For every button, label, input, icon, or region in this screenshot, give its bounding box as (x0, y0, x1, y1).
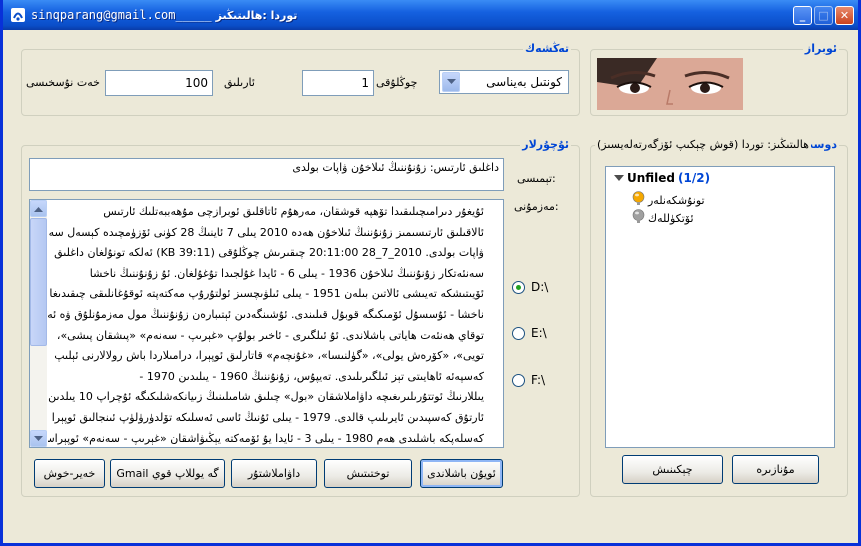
buddy-item-label: تونۇشكەنلەر (648, 193, 705, 207)
content-line: ۋاپات بولدى. 2010_7_28 20:11:00 چىقىرىش … (54, 246, 484, 260)
main-window: sinqparang@gmail.com_____ توردا :ھالىتىڭ… (0, 0, 861, 546)
drive-radio-label: E:\ (531, 326, 547, 340)
goodbye-button[interactable]: خەير-خوش (34, 459, 105, 488)
minimize-button[interactable]: _ (793, 6, 812, 25)
offline-status-icon (632, 209, 645, 227)
size-label: چوڭلۇقى (376, 76, 418, 89)
subject-text: داغلىق ئارتىس: زۇنۇننىڭ ئىلاخۇن ۋاپات بو… (292, 161, 499, 174)
stop-button[interactable]: توختىتىش (324, 459, 412, 488)
close-icon: ✕ (839, 9, 850, 22)
app-icon (9, 6, 27, 24)
interval-input[interactable]: 100 (105, 70, 213, 96)
continue-button[interactable]: داۋاملاشتۇر (231, 459, 317, 488)
collapse-triangle-icon[interactable] (614, 171, 624, 185)
title-email: sinqparang@gmail.com_____ (31, 8, 212, 22)
scroll-up-button[interactable] (30, 200, 47, 217)
scroll-down-button[interactable] (30, 430, 47, 447)
start-button[interactable]: ئويۇن باشلاندى (420, 459, 503, 488)
radio-circle-icon[interactable] (512, 326, 525, 340)
online-status-icon (632, 191, 645, 209)
subject-input[interactable]: داغلىق ئارتىس: زۇنۇننىڭ ئىلاخۇن ۋاپات بو… (29, 158, 504, 191)
radio-circle-icon[interactable] (512, 373, 525, 387)
title-label: تېمىسى: (517, 172, 556, 185)
discuss-button[interactable]: مۇنازىرە (732, 455, 819, 484)
content-line: توقاي ھەنئەت ھاياتى باشلاندى. ئۇ ئىلگىرى… (56, 328, 484, 342)
interval-label: ئارىلىق (224, 76, 255, 89)
content-line: ئۇيغۇر دىرامىچىلىقىدا تۆھپە قوشقان، مەرھ… (103, 205, 484, 218)
content-text: ئۇيغۇر دىرامىچىلىقىدا تۆھپە قوشقان، مەرھ… (48, 202, 484, 447)
maximize-button[interactable]: □ (814, 6, 833, 25)
drive-radio-label: F:\ (531, 373, 546, 387)
settings-group-title: تەڭشەك (523, 42, 571, 55)
avatar-image (597, 58, 743, 110)
scroll-thumb[interactable] (30, 218, 47, 346)
buddy-item[interactable]: تونۇشكەنلەر (632, 191, 705, 209)
buddy-tree[interactable]: Unfiled (1/2) تونۇشكەنلەر ئۆتكۈللەك (605, 166, 835, 448)
chevron-down-icon[interactable] (442, 72, 460, 92)
buddy-status-text[interactable]: ھالىتىڭىز: توردا (قوش چېكىپ ئۆزگەرتەلەيس… (595, 138, 811, 151)
radio-circle-icon[interactable] (512, 280, 525, 294)
font-select[interactable]: كونتىل بەيناسى (439, 70, 569, 94)
settings-group: تەڭشەك كونتىل بەيناسى چوڭلۇقى 1 ئارىلىق … (21, 42, 580, 116)
buddy-group: دوست پاراڭ ھالىتىڭىز: توردا (قوش چېكىپ ئ… (590, 138, 848, 497)
drive-radio[interactable]: D:\ (512, 280, 548, 294)
drive-radio[interactable]: E:\ (512, 326, 547, 340)
content-line: كەسلەپكە باشلىدى ھەم 1980 - يىلى 3 - ئاي… (48, 431, 484, 445)
content-line: ئارتۇق كەسپىدىن ئايرىلىپ قالدى. 1979 - ي… (48, 410, 484, 424)
content-label: مەزمۇنى: (514, 200, 559, 213)
drive-radio[interactable]: F:\ (512, 373, 545, 387)
content-line: يىللارنىڭ ئوتتۇرىلىرىغىچە داۋاملاشقان «ب… (48, 390, 484, 404)
close-button[interactable]: ✕ (835, 6, 854, 25)
messages-group-title: ئۇچۇرلار (520, 138, 571, 151)
logout-button[interactable]: چېكىنىش (622, 455, 723, 484)
title-status: توردا :ھالىتىڭىز (215, 8, 298, 22)
avatar-group: ئوبراز (590, 42, 848, 116)
tree-group-count: (1/2) (678, 171, 711, 185)
content-line: سەنئەتكار زۇنۇننىڭ ئىلاخۇن 1936 - يىلى 6… (89, 266, 484, 280)
drive-radio-label: D:\ (531, 280, 549, 294)
font-label: خەت نۇسخىسى (26, 76, 100, 89)
send-gmail-button[interactable]: Gmail گە يوللاپ قوي (110, 459, 225, 488)
buddy-item-label: ئۆتكۈللەك (648, 211, 694, 225)
messages-group: ئۇچۇرلار تېمىسى: داغلىق ئارتىس: زۇنۇننىڭ… (21, 138, 580, 497)
font-select-value: كونتىل بەيناسى (486, 75, 562, 89)
content-line: كەسپەئە ئاھايىتى تېز ئىلگىرىلىدى. تەيپۇس… (139, 369, 484, 383)
tree-group-unfiled[interactable]: Unfiled (1/2) (614, 171, 710, 185)
content-line: ئالاقىلىق ئارتىسىمىز زۇنۇننىڭ ئىلاخۇن ھە… (48, 225, 484, 239)
content-scrollbar[interactable] (30, 200, 47, 447)
size-input[interactable]: 1 (302, 70, 374, 96)
content-line: تويى»، «كۆرەش يولى»، «گۈلنىسا»، «غۇنچەم»… (54, 349, 484, 363)
avatar-group-title: ئوبراز (802, 42, 839, 55)
content-line: ناخشا - ئۇسسۇل ئۆمىكىگە قوبۇل قىلىندى. ئ… (48, 307, 484, 321)
buddy-item[interactable]: ئۆتكۈللەك (632, 209, 694, 227)
minimize-icon: _ (799, 9, 806, 22)
tree-group-label: Unfiled (627, 171, 676, 185)
title-bar[interactable]: sinqparang@gmail.com_____ توردا :ھالىتىڭ… (3, 0, 858, 30)
content-memo[interactable]: ئۇيغۇر دىرامىچىلىقىدا تۆھپە قوشقان، مەرھ… (29, 199, 504, 448)
content-line: ئۆيىتىشكە تەيىشى ئالاتىن بىلەن 1951 - يى… (48, 287, 484, 301)
radio-selected-dot-icon (516, 284, 521, 290)
maximize-icon: □ (818, 9, 829, 22)
